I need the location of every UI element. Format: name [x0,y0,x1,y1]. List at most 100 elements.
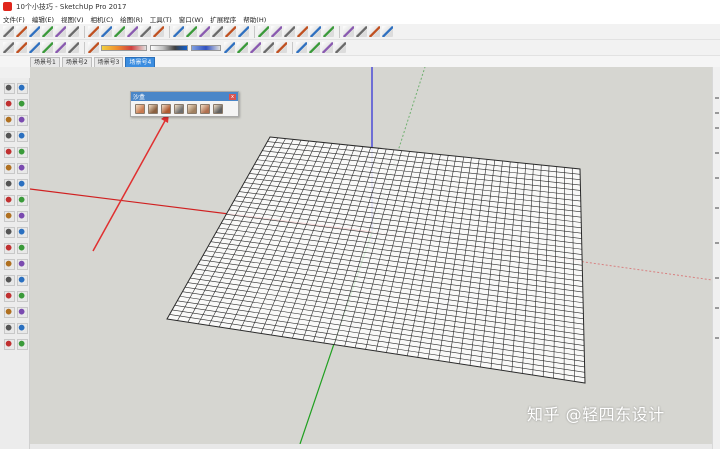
rotated-rect-icon[interactable] [17,131,28,142]
rectangle-icon[interactable] [4,131,15,142]
eraser-icon[interactable] [16,26,27,37]
menu-item-8[interactable]: 帮助(H) [243,14,266,24]
style-swatch-bar[interactable] [150,44,188,51]
polygon-icon[interactable] [88,26,99,37]
follow-me-icon[interactable] [186,26,197,37]
3d-text-icon[interactable] [271,26,282,37]
paint-bucket-icon[interactable] [382,26,393,37]
xray-icon[interactable] [250,42,261,53]
sandbox-stamp-icon[interactable] [174,104,184,114]
menu-item-1[interactable]: 编辑(E) [32,14,54,24]
eraser-icon[interactable] [17,99,28,110]
sandbox-drape-icon[interactable] [187,104,197,114]
paint-icon[interactable] [4,99,15,110]
position-camera-icon[interactable] [4,339,15,350]
line-icon[interactable] [4,115,15,126]
sandbox-flip-edge-icon[interactable] [213,104,223,114]
prev-icon[interactable] [17,307,28,318]
shaded-icon[interactable] [309,42,320,53]
look-icon[interactable] [17,323,28,334]
sandbox-scratch-icon[interactable] [148,104,158,114]
monochrome-icon[interactable] [335,42,346,53]
arc-icon[interactable] [4,163,15,174]
scene-tab-1[interactable]: 场景号1 [30,57,60,67]
text-icon[interactable] [17,243,28,254]
push-pull-icon[interactable] [114,26,125,37]
protractor-icon[interactable] [212,26,223,37]
scene-tab-4[interactable]: 场景号4 [125,57,156,67]
orbit-icon[interactable] [4,275,15,286]
text-icon[interactable] [238,26,249,37]
sandbox-toolbar-header[interactable]: 沙盒 x [131,92,238,101]
polygon-icon[interactable] [17,147,28,158]
menu-item-6[interactable]: 窗口(W) [179,14,204,24]
arc-icon[interactable] [42,26,53,37]
zoom-icon[interactable] [310,26,321,37]
left-view-icon[interactable] [237,42,248,53]
extents-icon[interactable] [4,307,15,318]
circle-icon[interactable] [4,147,15,158]
menu-item-5[interactable]: 工具(T) [150,14,172,24]
drawing-viewport[interactable] [30,67,712,444]
hidden-line-icon[interactable] [296,42,307,53]
back-edges-icon[interactable] [263,42,274,53]
tape-icon[interactable] [4,227,15,238]
scene-tab-3[interactable]: 场景号3 [93,57,124,67]
right-scrollbar[interactable] [712,67,720,449]
menu-item-0[interactable]: 文件(F) [3,14,25,24]
rotate-icon[interactable] [4,195,15,206]
zoom-icon[interactable] [4,291,15,302]
home-icon[interactable] [29,42,40,53]
sandbox-contours-icon[interactable] [135,104,145,114]
offset-icon[interactable] [173,26,184,37]
walk-icon[interactable] [343,26,354,37]
circle-icon[interactable] [68,26,79,37]
move-icon[interactable] [4,179,15,190]
pan-icon[interactable] [297,26,308,37]
sandbox-smoove-icon[interactable] [161,104,171,114]
pan-icon[interactable] [17,275,28,286]
tape-measure-icon[interactable] [199,26,210,37]
right-view-icon[interactable] [88,42,99,53]
menu-item-3[interactable]: 相机(C) [91,14,114,24]
look-around-icon[interactable] [356,26,367,37]
sandbox-add-detail-icon[interactable] [200,104,210,114]
select-icon[interactable] [4,83,15,94]
component-icon[interactable] [17,83,28,94]
scene-tab-2[interactable]: 场景号2 [61,57,92,67]
back-view-icon[interactable] [224,42,235,53]
pie-icon[interactable] [17,163,28,174]
freehand-icon[interactable] [17,115,28,126]
line-icon[interactable] [29,26,40,37]
zoom-extents-icon[interactable] [323,26,334,37]
menu-item-2[interactable]: 视图(V) [61,14,84,24]
dimension-icon[interactable] [225,26,236,37]
move-icon[interactable] [127,26,138,37]
followme-icon[interactable] [17,195,28,206]
dimension-icon[interactable] [17,227,28,238]
model-canvas[interactable] [30,67,712,444]
scale-icon[interactable] [153,26,164,37]
scale-icon[interactable] [4,211,15,222]
sandbox-close-button[interactable]: x [229,93,236,100]
rectangle-icon[interactable] [55,26,66,37]
3dtext-icon[interactable] [17,259,28,270]
sandbox-toolbar[interactable]: 沙盒 x [130,91,239,117]
rotate-icon[interactable] [140,26,151,37]
style-swatch-bar[interactable] [101,44,147,51]
components-icon[interactable] [3,42,14,53]
iso-view-icon[interactable] [42,42,53,53]
menu-item-4[interactable]: 绘图(R) [120,14,143,24]
wireframe-icon[interactable] [276,42,287,53]
materials-icon[interactable] [16,42,27,53]
zoomwindow-icon[interactable] [17,291,28,302]
walk-icon[interactable] [4,323,15,334]
axes-icon[interactable] [4,259,15,270]
axes-icon[interactable] [258,26,269,37]
shaded-textures-icon[interactable] [322,42,333,53]
select-arrow-icon[interactable] [3,26,14,37]
style-swatch-bar[interactable] [191,44,221,51]
section-icon[interactable] [17,339,28,350]
orbit-icon[interactable] [284,26,295,37]
front-view-icon[interactable] [68,42,79,53]
